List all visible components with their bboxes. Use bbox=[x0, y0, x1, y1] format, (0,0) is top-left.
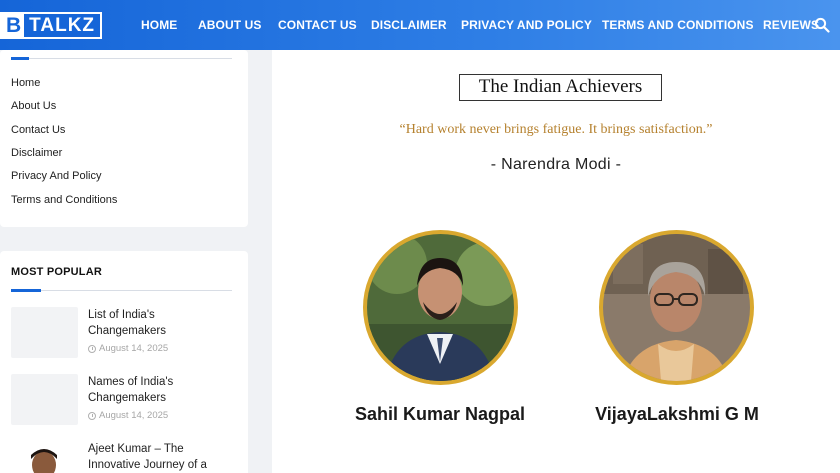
post-date: August 14, 2025 bbox=[88, 343, 168, 354]
post-thumbnail[interactable] bbox=[11, 443, 78, 473]
sidebar-pages-widget: Home About Us Contact Us Disclaimer Priv… bbox=[0, 50, 248, 227]
logo-letter: B bbox=[2, 14, 25, 37]
nav-contact-us[interactable]: CONTACT US bbox=[278, 18, 357, 32]
quote-author: - Narendra Modi - bbox=[490, 156, 622, 173]
divider-accent bbox=[11, 57, 29, 60]
post-title-link[interactable]: Names of India's Changemakers bbox=[88, 374, 228, 406]
achiever-name[interactable]: Sahil Kumar Nagpal bbox=[340, 404, 540, 425]
sidebar-link-contact-us[interactable]: Contact Us bbox=[11, 124, 65, 136]
divider bbox=[11, 58, 232, 59]
sidebar-link-terms[interactable]: Terms and Conditions bbox=[11, 194, 117, 206]
most-popular-heading: MOST POPULAR bbox=[11, 266, 103, 278]
sidebar-link-home[interactable]: Home bbox=[11, 77, 40, 89]
divider bbox=[11, 290, 232, 291]
post-title-link[interactable]: List of India's Changemakers bbox=[88, 307, 228, 339]
clock-icon bbox=[88, 411, 96, 420]
nav-disclaimer[interactable]: DISCLAIMER bbox=[371, 18, 447, 32]
divider-accent bbox=[11, 289, 41, 292]
sidebar-link-disclaimer[interactable]: Disclaimer bbox=[11, 147, 62, 159]
sidebar-link-about-us[interactable]: About Us bbox=[11, 100, 56, 112]
top-navbar: B TALKZ HOME ABOUT US CONTACT US DISCLAI… bbox=[0, 0, 840, 50]
nav-terms-and-conditions[interactable]: TERMS AND CONDITIONS bbox=[602, 18, 754, 32]
nav-reviews[interactable]: REVIEWS bbox=[763, 18, 819, 32]
person-thumbnail-image bbox=[11, 443, 78, 473]
sidebar-most-popular-widget: MOST POPULAR List of India's Changemaker… bbox=[0, 251, 248, 473]
site-logo[interactable]: B TALKZ bbox=[0, 12, 103, 39]
post-date-text: August 14, 2025 bbox=[99, 343, 169, 354]
achiever-portrait[interactable] bbox=[363, 230, 518, 385]
post-date: August 14, 2025 bbox=[88, 410, 168, 421]
nav-privacy-and-policy[interactable]: PRIVACY AND POLICY bbox=[461, 18, 592, 32]
page-heading: The Indian Achievers bbox=[459, 74, 662, 101]
man-portrait-image bbox=[367, 234, 514, 381]
sidebar-link-privacy[interactable]: Privacy And Policy bbox=[11, 170, 101, 182]
logo-text: TALKZ bbox=[24, 14, 101, 37]
main-content: The Indian Achievers “Hard work never br… bbox=[272, 50, 840, 473]
search-icon[interactable] bbox=[814, 17, 830, 33]
post-title-link[interactable]: Ajeet Kumar – The Innovative Journey of … bbox=[88, 441, 228, 473]
achiever-portrait[interactable] bbox=[599, 230, 754, 385]
nav-about-us[interactable]: ABOUT US bbox=[198, 18, 261, 32]
woman-portrait-image bbox=[603, 234, 750, 381]
featured-quote: “Hard work never brings fatigue. It brin… bbox=[399, 122, 713, 137]
post-thumbnail[interactable] bbox=[11, 374, 78, 425]
clock-icon bbox=[88, 344, 96, 353]
achiever-name[interactable]: VijayaLakshmi G M bbox=[577, 404, 777, 425]
nav-home[interactable]: HOME bbox=[141, 18, 177, 32]
post-date-text: August 14, 2025 bbox=[99, 410, 169, 421]
post-thumbnail[interactable] bbox=[11, 307, 78, 358]
